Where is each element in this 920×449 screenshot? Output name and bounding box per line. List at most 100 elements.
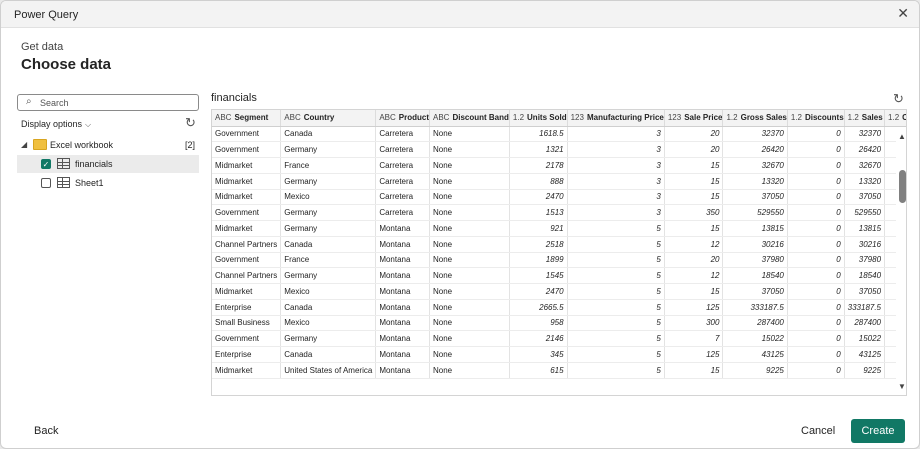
table-cell: Government bbox=[212, 126, 282, 143]
table-cell: 5 bbox=[567, 299, 665, 316]
table-cell: 15 bbox=[664, 283, 724, 300]
page-title: Choose data bbox=[21, 56, 112, 73]
table-cell: Germany bbox=[280, 330, 377, 347]
search-icon: ⌕ bbox=[26, 96, 32, 107]
column-header[interactable]: ABC Segment bbox=[212, 110, 282, 127]
table-cell: 1321 bbox=[509, 141, 568, 158]
column-type-icon: 123 bbox=[667, 113, 682, 123]
table-cell: 15022 bbox=[844, 330, 886, 347]
table-cell: 3 bbox=[567, 126, 665, 143]
table-cell: Germany bbox=[280, 267, 377, 284]
table-cell: 0 bbox=[787, 267, 845, 284]
column-header-label: Segment bbox=[234, 113, 269, 123]
table-cell: 958 bbox=[509, 315, 568, 332]
table-cell: None bbox=[429, 189, 510, 206]
title-bar: Power Query ✕ bbox=[1, 1, 919, 28]
table-cell: Midmarket bbox=[212, 189, 282, 206]
table-cell: Carretera bbox=[375, 189, 430, 206]
table-cell: 615 bbox=[509, 362, 568, 379]
column-header[interactable]: 1.2COGS bbox=[884, 110, 906, 127]
table-cell: 30216 bbox=[844, 236, 886, 253]
table-cell: Carretera bbox=[375, 204, 430, 221]
table-cell: 529550 bbox=[722, 204, 788, 221]
table-icon bbox=[57, 177, 70, 188]
tree-item-excel-workbook[interactable]: ◢ Excel workbook [2] bbox=[17, 136, 199, 154]
caret-down-icon[interactable]: ◢ bbox=[21, 140, 27, 149]
scroll-up-icon[interactable]: ▲ bbox=[898, 132, 906, 141]
table-cell: Enterprise bbox=[212, 346, 282, 363]
checkbox-financials[interactable]: ✓ bbox=[41, 159, 51, 169]
search-box[interactable]: ⌕ bbox=[17, 94, 199, 111]
table-cell: Carretera bbox=[375, 141, 430, 158]
checkbox-sheet1[interactable] bbox=[41, 178, 51, 188]
table-cell: 43125 bbox=[844, 346, 886, 363]
column-header[interactable]: ABC Product bbox=[375, 110, 430, 127]
table-cell: 26420 bbox=[844, 141, 886, 158]
column-header[interactable]: 123 Sale Price bbox=[664, 110, 724, 127]
column-header-label: Country bbox=[303, 113, 335, 123]
table-cell: 20 bbox=[664, 141, 724, 158]
table-cell: Montana bbox=[375, 283, 430, 300]
column-header[interactable]: ABC Country bbox=[280, 110, 377, 127]
cancel-button[interactable]: Cancel bbox=[801, 425, 835, 437]
table-cell: Montana bbox=[375, 236, 430, 253]
column-type-icon: 1.2 bbox=[847, 113, 859, 123]
table-cell: 5 bbox=[567, 252, 665, 269]
table-cell: 18540 bbox=[844, 267, 886, 284]
column-header[interactable]: 123 Manufacturing Price bbox=[567, 110, 665, 127]
table-cell: Small Business bbox=[212, 315, 282, 332]
table-cell: 32370 bbox=[722, 126, 788, 143]
display-options-label: Display options bbox=[21, 119, 83, 129]
table-cell: 15 bbox=[664, 173, 724, 190]
table-cell: Government bbox=[212, 204, 282, 221]
display-options-dropdown[interactable]: Display options ⌵ bbox=[21, 119, 91, 130]
table-cell: 287400 bbox=[844, 315, 886, 332]
table-cell: 921 bbox=[509, 220, 568, 237]
table-cell: Germany bbox=[280, 220, 377, 237]
column-header[interactable]: 1.2 Discounts bbox=[787, 110, 845, 127]
search-input[interactable] bbox=[40, 96, 190, 109]
table-row: Midmarket France Carretera None 2178 3 15 32670… bbox=[212, 157, 906, 174]
table-cell: 9225 bbox=[844, 362, 886, 379]
table-cell: Government bbox=[212, 252, 282, 269]
create-button[interactable]: Create bbox=[851, 419, 905, 443]
table-cell: Carretera bbox=[375, 157, 430, 174]
column-type-icon: 1.2 bbox=[512, 113, 525, 123]
table-cell: Canada bbox=[280, 126, 377, 143]
table-cell: 2518 bbox=[509, 236, 568, 253]
table-cell: Midmarket bbox=[212, 157, 282, 174]
refresh-preview-icon[interactable]: ↻ bbox=[893, 91, 904, 107]
refresh-icon[interactable]: ↻ bbox=[185, 115, 196, 131]
column-header-label: Gross Sales bbox=[740, 113, 787, 123]
column-header[interactable]: 1.2 Gross Sales bbox=[722, 110, 788, 127]
table-cell: 37980 bbox=[722, 252, 788, 269]
tree-item-sheet1[interactable]: Sheet1 bbox=[17, 174, 199, 192]
column-header[interactable]: ABC Discount Band bbox=[429, 110, 510, 127]
table-cell: Montana bbox=[375, 252, 430, 269]
table-cell: 32370 bbox=[844, 126, 886, 143]
column-header[interactable]: 1.2 Sales bbox=[844, 110, 886, 127]
table-cell: 20 bbox=[664, 126, 724, 143]
back-button[interactable]: Back bbox=[34, 425, 58, 437]
column-type-icon: ABC bbox=[433, 113, 450, 123]
table-row: Enterprise Canada Montana None 2665.5 5 125 333… bbox=[212, 299, 906, 316]
table-cell: Government bbox=[212, 330, 282, 347]
table-cell: 0 bbox=[787, 346, 845, 363]
table-cell: Carretera bbox=[375, 173, 430, 190]
table-cell: 7 bbox=[664, 330, 724, 347]
table-cell: 0 bbox=[787, 157, 845, 174]
header-row: ABC Segment ABC Country ABC Product ABC Discoun… bbox=[212, 110, 906, 127]
tree-item-financials[interactable]: ✓ financials bbox=[17, 155, 199, 173]
scroll-down-icon[interactable]: ▼ bbox=[898, 382, 906, 391]
table-cell: Carretera bbox=[375, 126, 430, 143]
table-cell: 2470 bbox=[509, 283, 568, 300]
table-row: Government Germany Montana None 2146 5 7 15022 0… bbox=[212, 330, 906, 347]
vertical-scrollbar[interactable]: ▲ ▼ bbox=[896, 130, 906, 395]
close-icon[interactable]: ✕ bbox=[897, 5, 909, 22]
window-title: Power Query bbox=[14, 9, 79, 21]
table-cell: 0 bbox=[787, 126, 845, 143]
column-header[interactable]: 1.2 Units Sold bbox=[509, 110, 568, 127]
column-header-label: Units Sold bbox=[527, 113, 567, 123]
table-cell: 1618.5 bbox=[509, 126, 568, 143]
vertical-scroll-thumb[interactable] bbox=[899, 170, 906, 203]
